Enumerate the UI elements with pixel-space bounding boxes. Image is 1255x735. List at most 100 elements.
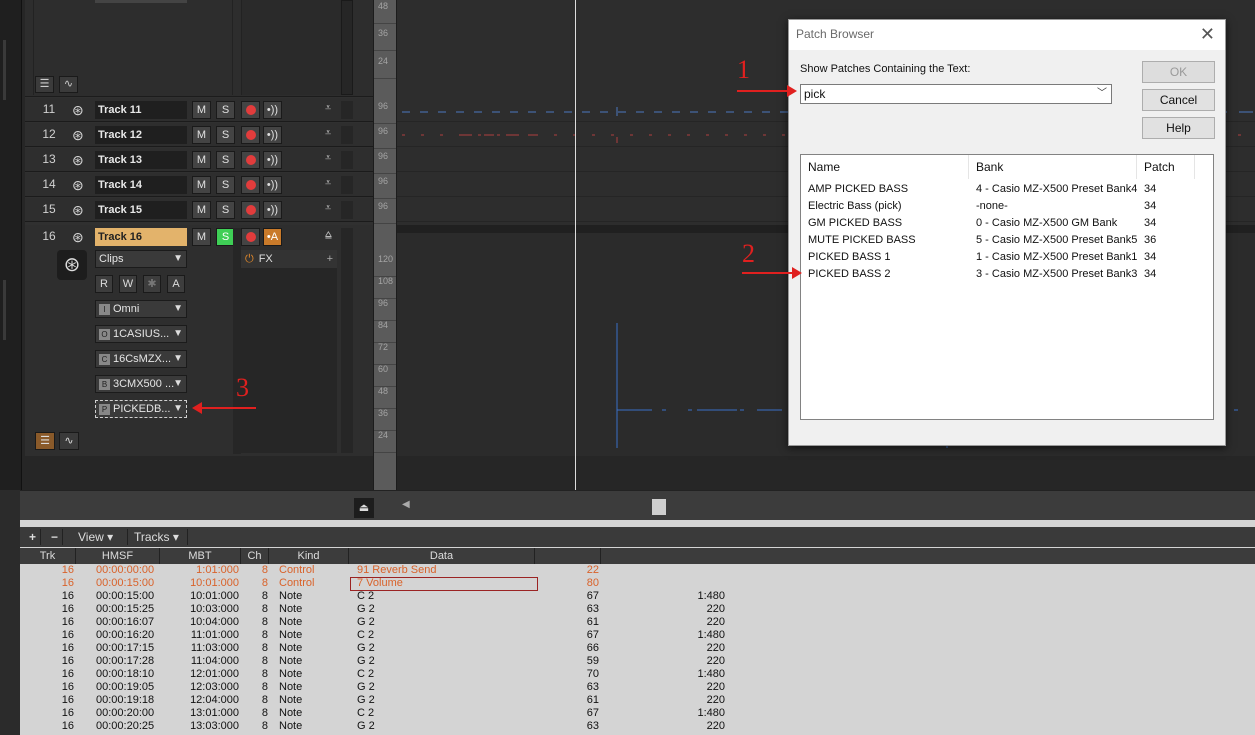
track-row[interactable]: 12 ⊛ Track 12 M S •)) ⩡ <box>25 123 373 147</box>
event-mbt[interactable]: 11:03:000 <box>160 642 239 655</box>
expand-track-icon[interactable]: ⩡ <box>325 152 331 165</box>
power-icon[interactable]: ⏻ <box>245 253 254 265</box>
event-data-value[interactable]: 67 <box>535 707 599 720</box>
track-row[interactable]: 14 ⊛ Track 14 M S •)) ⩡ <box>25 173 373 197</box>
event-data-duration[interactable]: 220 <box>660 616 725 629</box>
event-mbt[interactable]: 10:03:000 <box>160 603 239 616</box>
event-mbt[interactable]: 10:01:000 <box>160 590 239 603</box>
clips-toggle-icon[interactable]: ☰ <box>35 432 55 450</box>
event-trk[interactable]: 16 <box>20 642 76 655</box>
event-data[interactable]: C 2 <box>357 629 374 642</box>
event-data-value[interactable]: 67 <box>535 629 599 642</box>
event-trk[interactable]: 16 <box>20 694 76 707</box>
fx-header[interactable]: ⏻ FX + <box>241 250 337 268</box>
event-row[interactable]: 16 00:00:16:07 10:04:000 8 Note G 2 61 220 <box>20 616 1255 629</box>
mute-button[interactable]: M <box>192 201 211 219</box>
record-arm-button[interactable] <box>241 151 260 169</box>
track-row[interactable]: 11 ⊛ Track 11 M S •)) ⩡ <box>25 98 373 122</box>
event-kind[interactable]: Note <box>279 655 302 668</box>
event-ch[interactable]: 8 <box>241 707 268 720</box>
track-row[interactable]: 15 ⊛ Track 15 M S •)) ⩡ <box>25 198 373 222</box>
event-mbt[interactable]: 10:01:000 <box>160 577 239 590</box>
input-echo-button[interactable]: •)) <box>263 201 282 219</box>
event-data-value[interactable]: 66 <box>535 642 599 655</box>
event-ch[interactable]: 8 <box>241 694 268 707</box>
event-data-value[interactable]: 80 <box>535 577 599 590</box>
event-ch[interactable]: 8 <box>241 720 268 733</box>
event-trk[interactable]: 16 <box>20 603 76 616</box>
event-hmsf[interactable]: 00:00:20:00 <box>96 707 154 720</box>
event-data-value[interactable]: 70 <box>535 668 599 681</box>
event-data-value[interactable]: 67 <box>535 590 599 603</box>
event-trk[interactable]: 16 <box>20 629 76 642</box>
event-data-value[interactable]: 61 <box>535 616 599 629</box>
col-mbt[interactable]: MBT <box>160 548 241 564</box>
help-button[interactable]: Help <box>1142 117 1215 139</box>
event-trk[interactable]: 16 <box>20 720 76 733</box>
event-data-value[interactable]: 59 <box>535 655 599 668</box>
event-data[interactable]: C 2 <box>357 590 374 603</box>
event-data[interactable]: C 2 <box>357 668 374 681</box>
event-ch[interactable]: 8 <box>241 655 268 668</box>
track-10-clips-toggle-icon[interactable]: ☰ <box>35 76 54 93</box>
event-data[interactable]: G 2 <box>357 681 375 694</box>
event-data-duration[interactable]: 220 <box>660 681 725 694</box>
col-trk[interactable]: Trk <box>20 548 76 564</box>
event-data-duration[interactable]: 220 <box>660 655 725 668</box>
tracks-menu[interactable]: Tracks ▾ <box>130 529 188 545</box>
clips-dropdown[interactable]: Clips ▼ <box>95 250 187 268</box>
event-data-duration[interactable]: 220 <box>660 642 725 655</box>
event-kind[interactable]: Note <box>279 629 302 642</box>
event-ch[interactable]: 8 <box>241 564 268 577</box>
add-event-button[interactable]: + <box>25 529 42 545</box>
event-trk[interactable]: 16 <box>20 616 76 629</box>
now-time-cursor[interactable] <box>575 0 576 495</box>
eject-icon[interactable]: ⏏ <box>354 498 374 518</box>
record-arm-button[interactable] <box>241 126 260 144</box>
event-hmsf[interactable]: 00:00:17:15 <box>96 642 154 655</box>
solo-button[interactable]: S <box>216 201 235 219</box>
event-hmsf[interactable]: 00:00:20:25 <box>96 720 154 733</box>
mute-button[interactable]: M <box>192 228 211 246</box>
event-data[interactable]: G 2 <box>357 720 375 733</box>
event-ch[interactable]: 8 <box>241 668 268 681</box>
event-row[interactable]: 16 00:00:00:00 1:01:000 8 Control 91 Reverb S… <box>20 564 1255 577</box>
event-data[interactable]: C 2 <box>357 707 374 720</box>
event-data[interactable]: G 2 <box>357 694 375 707</box>
solo-button[interactable]: S <box>216 176 235 194</box>
input-dropdown[interactable]: I Omni ▼ <box>95 300 187 318</box>
record-arm-button[interactable] <box>241 228 260 246</box>
event-kind[interactable]: Control <box>279 564 314 577</box>
channel-dropdown[interactable]: C 16CsMZX... ▼ <box>95 350 187 368</box>
input-echo-button[interactable]: •)) <box>263 101 282 119</box>
event-data[interactable]: G 2 <box>357 616 375 629</box>
track-name[interactable]: Track 12 <box>95 126 187 144</box>
scroll-thumb[interactable] <box>652 499 666 515</box>
track-name[interactable]: Track 13 <box>95 151 187 169</box>
input-echo-auto-button[interactable]: •A <box>263 228 282 246</box>
delete-event-button[interactable]: − <box>47 529 64 545</box>
patch-dropdown[interactable]: P PICKEDB... ▼ <box>95 400 187 418</box>
event-ch[interactable]: 8 <box>241 616 268 629</box>
col-kind[interactable]: Kind <box>269 548 349 564</box>
event-kind[interactable]: Note <box>279 694 302 707</box>
event-list-body[interactable]: 16 00:00:00:00 1:01:000 8 Control 91 Reverb S… <box>20 564 1255 735</box>
archive-button[interactable]: A <box>167 275 185 293</box>
event-hmsf[interactable]: 00:00:15:25 <box>96 603 154 616</box>
event-data-value[interactable]: 22 <box>535 564 599 577</box>
mute-button[interactable]: M <box>192 176 211 194</box>
patch-row[interactable]: GM PICKED BASS 0 - Casio MZ-X500 GM Bank 3… <box>801 215 1201 232</box>
chevron-down-icon[interactable]: ﹀ <box>1097 85 1107 103</box>
event-data-duration[interactable]: 220 <box>660 603 725 616</box>
write-automation-button[interactable]: W <box>119 275 137 293</box>
event-row[interactable]: 16 00:00:19:05 12:03:000 8 Note G 2 63 220 <box>20 681 1255 694</box>
event-data[interactable]: G 2 <box>357 642 375 655</box>
scroll-left-icon[interactable]: ◀ <box>402 499 410 510</box>
event-kind[interactable]: Note <box>279 590 302 603</box>
record-arm-button[interactable] <box>241 201 260 219</box>
event-hmsf[interactable]: 00:00:00:00 <box>96 564 154 577</box>
horizontal-scrollbar[interactable]: ⏏ ◀ <box>20 490 1255 520</box>
event-row[interactable]: 16 00:00:15:25 10:03:000 8 Note G 2 63 220 <box>20 603 1255 616</box>
event-ch[interactable]: 8 <box>241 642 268 655</box>
event-kind[interactable]: Note <box>279 707 302 720</box>
